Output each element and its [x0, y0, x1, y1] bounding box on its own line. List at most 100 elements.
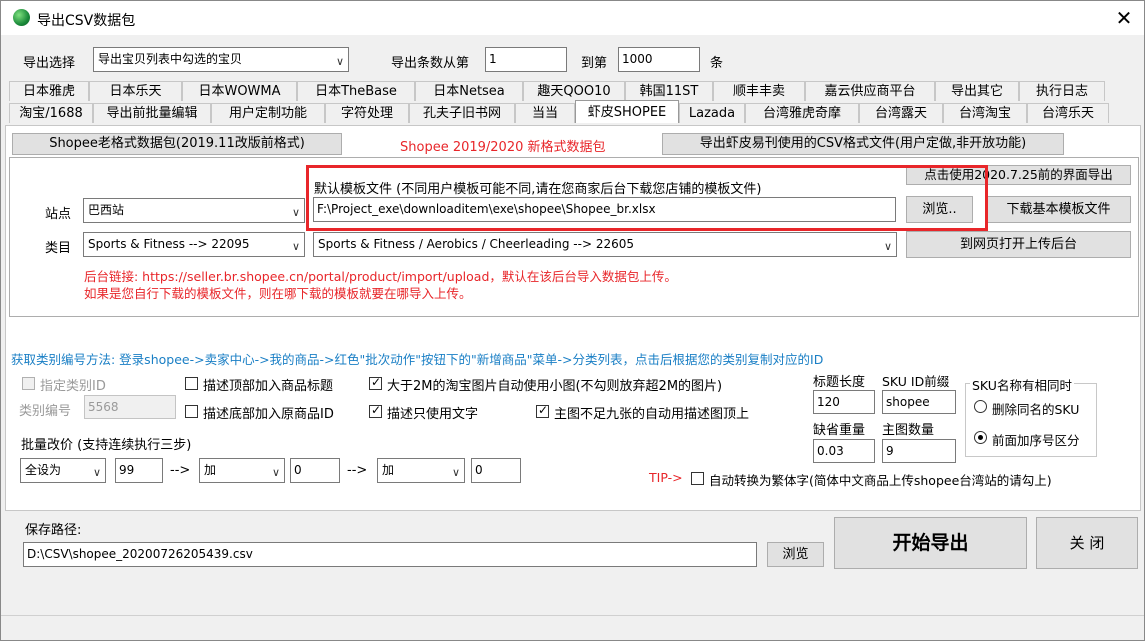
batch-arrow-2: --> [347, 463, 368, 478]
tab-japan-netsea[interactable]: 日本Netsea [415, 81, 523, 101]
title-bar: 导出CSV数据包 ✕ [1, 1, 1144, 35]
tab-japan-yahoo[interactable]: 日本雅虎 [9, 81, 89, 101]
tab-jiayun[interactable]: 嘉云供应商平台 [805, 81, 935, 101]
sku-prefix-seq-label: 前面加序号区分 [992, 433, 1080, 448]
window-title: 导出CSV数据包 [37, 13, 136, 29]
tab-taiwan-taobao[interactable]: 台湾淘宝 [943, 103, 1027, 123]
tab-japan-rakuten[interactable]: 日本乐天 [89, 81, 182, 101]
tab-shopee[interactable]: 虾皮SHOPEE [575, 100, 679, 123]
sku-prefix-seq-radio[interactable] [974, 431, 987, 444]
category-sub-value: Sports & Fitness / Aerobics / Cheerleadi… [318, 237, 634, 251]
batch-op2-dropdown[interactable]: 加 ∨ [377, 458, 465, 483]
auto-small-image-label: 大于2M的淘宝图片自动使用小图(不勾则放弃超2M的图片) [387, 379, 723, 394]
title-length-input[interactable]: 120 [813, 390, 875, 414]
default-weight-input[interactable]: 0.03 [813, 439, 875, 463]
range-from-input[interactable]: 1 [485, 47, 567, 72]
sku-prefix-input[interactable]: shopee [882, 390, 956, 414]
tab-japan-wowma[interactable]: 日本WOWMA [182, 81, 297, 101]
batch-arrow-1: --> [170, 463, 191, 478]
tab-dangdang[interactable]: 当当 [515, 103, 575, 123]
desc-top-title-checkbox[interactable] [185, 377, 198, 390]
export-select-value: 导出宝贝列表中勾选的宝贝 [98, 52, 243, 66]
open-backend-button[interactable]: 到网页打开上传后台 [906, 231, 1131, 258]
traditional-chinese-checkbox[interactable] [691, 472, 704, 485]
chevron-down-icon: ∨ [92, 465, 101, 479]
checkmark-icon: ✓ [371, 403, 382, 417]
batch-scope-value: 全设为 [25, 463, 62, 477]
range-to-label: 到第 [581, 56, 608, 71]
desc-text-only-checkbox[interactable]: ✓ [369, 403, 382, 418]
close-window-button[interactable]: ✕ [1109, 5, 1139, 31]
range-to-input[interactable]: 1000 [618, 47, 700, 72]
chevron-down-icon: ∨ [883, 239, 892, 253]
tab-taiwan-rakuten[interactable]: 台湾乐天 [1027, 103, 1109, 123]
chevron-down-icon: ∨ [271, 465, 280, 479]
batch-value2-input[interactable]: 0 [290, 458, 340, 483]
tab-taiwan-yahoo[interactable]: 台湾雅虎奇摩 [745, 103, 859, 123]
new-format-tab-label[interactable]: Shopee 2019/2020 新格式数据包 [400, 136, 606, 155]
desc-bottom-id-label: 描述底部加入原商品ID [203, 407, 334, 422]
chevron-down-icon: ∨ [451, 465, 460, 479]
range-from-label: 导出条数从第 [391, 56, 470, 71]
batch-price-label: 批量改价 (支持连续执行三步) [21, 438, 192, 453]
category-sub-dropdown[interactable]: Sports & Fitness / Aerobics / Cheerleadi… [313, 232, 897, 257]
site-value: 巴西站 [88, 203, 125, 217]
tab-exec-log[interactable]: 执行日志 [1019, 81, 1105, 101]
save-browse-button[interactable]: 浏览 [767, 542, 824, 567]
checkmark-icon: ✓ [538, 403, 549, 417]
title-length-label: 标题长度 [813, 375, 866, 390]
batch-scope-dropdown[interactable]: 全设为 ∨ [20, 458, 106, 483]
tab-custom-features[interactable]: 用户定制功能 [211, 103, 325, 123]
batch-value1-input[interactable]: 99 [115, 458, 163, 483]
tab-kongfz[interactable]: 孔夫子旧书网 [409, 103, 515, 123]
category-label: 类目 [45, 241, 72, 256]
tab-row-1: 日本雅虎 日本乐天 日本WOWMA 日本TheBase 日本Netsea 趣天Q… [9, 81, 1105, 101]
start-export-button[interactable]: 开始导出 [834, 517, 1027, 569]
batch-op2-value: 加 [382, 463, 395, 477]
desc-top-title-label: 描述顶部加入商品标题 [203, 379, 334, 394]
batch-op1-value: 加 [204, 463, 217, 477]
category-no-input[interactable]: 5568 [84, 395, 176, 419]
category-main-value: Sports & Fitness --> 22095 [88, 237, 250, 251]
default-weight-label: 缺省重量 [813, 423, 866, 438]
tab-taobao-1688[interactable]: 淘宝/1688 [9, 103, 93, 123]
app-globe-icon [13, 9, 30, 26]
site-dropdown[interactable]: 巴西站 ∨ [83, 198, 305, 223]
tab-lazada[interactable]: Lazada [679, 103, 745, 123]
tab-sf-fengmai[interactable]: 顺丰丰卖 [713, 81, 805, 101]
tab-batch-edit[interactable]: 导出前批量编辑 [93, 103, 211, 123]
category-main-dropdown[interactable]: Sports & Fitness --> 22095 ∨ [83, 232, 305, 257]
export-select-dropdown[interactable]: 导出宝贝列表中勾选的宝贝 ∨ [93, 47, 349, 72]
auto-small-image-checkbox[interactable]: ✓ [369, 375, 382, 390]
sku-prefix-label: SKU ID前缀 [882, 374, 950, 389]
traditional-chinese-label: 自动转换为繁体字(简体中文商品上传shopee台湾站的请勾上) [709, 473, 1052, 488]
sku-delete-same-radio[interactable] [974, 400, 987, 413]
sku-same-name-title: SKU名称有相同时 [970, 375, 1074, 394]
old-format-button[interactable]: Shopee老格式数据包(2019.11改版前格式) [12, 133, 342, 155]
category-id-hint: 获取类别编号方法: 登录shopee->卖家中心->我的商品->红色"批次动作"… [11, 352, 824, 367]
main-img-count-input[interactable]: 9 [882, 439, 956, 463]
batch-value3-input[interactable]: 0 [471, 458, 521, 483]
tab-japan-thebase[interactable]: 日本TheBase [297, 81, 415, 101]
desc-bottom-id-checkbox[interactable] [185, 405, 198, 418]
tab-korea-11st[interactable]: 韩国11ST [625, 81, 713, 101]
batch-op1-dropdown[interactable]: 加 ∨ [199, 458, 285, 483]
save-path-label: 保存路径: [25, 523, 82, 538]
tab-char-processing[interactable]: 字符处理 [325, 103, 409, 123]
main-img-fill-checkbox[interactable]: ✓ [536, 403, 549, 418]
site-label: 站点 [45, 207, 72, 222]
main-img-fill-label: 主图不足九张的自动用描述图顶上 [554, 407, 750, 422]
specify-category-checkbox[interactable] [22, 377, 35, 390]
export-select-label: 导出选择 [23, 56, 76, 71]
tab-export-other[interactable]: 导出其它 [935, 81, 1019, 101]
tab-taiwan-ruten[interactable]: 台湾露天 [859, 103, 943, 123]
chevron-down-icon: ∨ [335, 54, 344, 68]
tip-prefix: TIP-> [649, 470, 683, 485]
yikan-format-button[interactable]: 导出虾皮易刊使用的CSV格式文件(用户定做,非开放功能) [662, 133, 1064, 155]
save-path-input[interactable]: D:\CSV\shopee_20200726205439.csv [23, 542, 757, 567]
radio-selected-dot [978, 435, 983, 440]
tab-qoo10[interactable]: 趣天QOO10 [523, 81, 625, 101]
download-basic-template-button[interactable]: 下载基本模板文件 [986, 196, 1131, 223]
close-button[interactable]: 关 闭 [1036, 517, 1138, 569]
status-bar-divider [1, 615, 1144, 616]
